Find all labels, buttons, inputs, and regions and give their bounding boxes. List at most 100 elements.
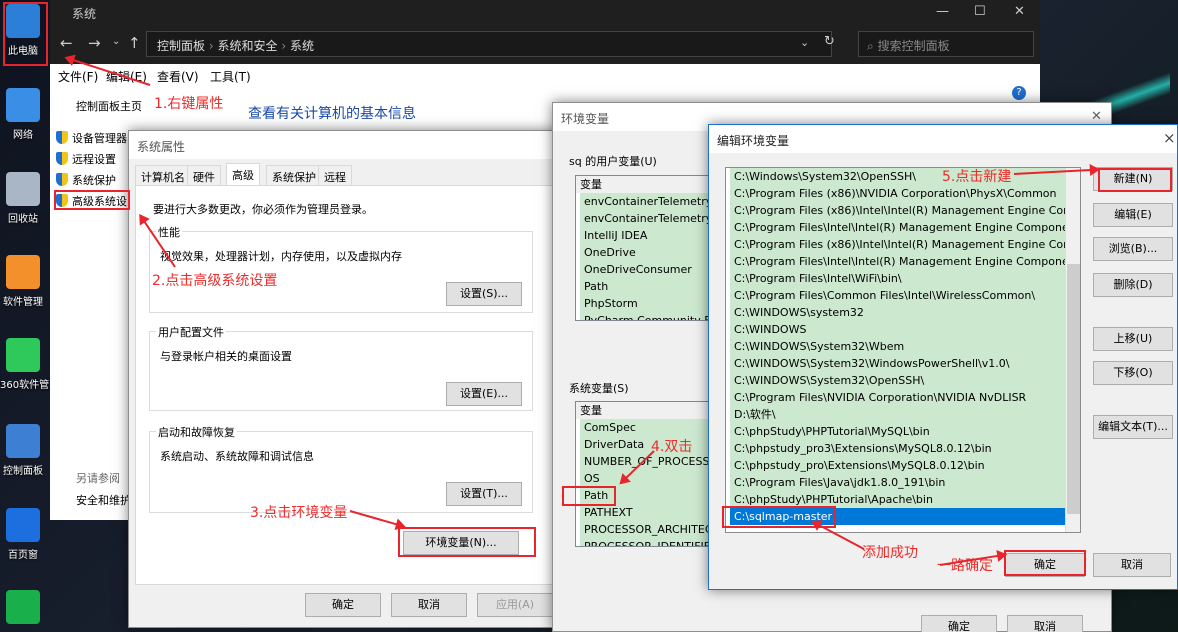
- nav-home[interactable]: 控制面板主页: [76, 98, 142, 114]
- desktop-icon-network[interactable]: 网络: [0, 88, 46, 141]
- software-manager-icon: [6, 255, 40, 289]
- env-cancel-button[interactable]: 取消: [1007, 615, 1083, 632]
- profile-settings-button[interactable]: 设置(E)...: [446, 382, 522, 406]
- path-scrollbar[interactable]: [1065, 168, 1080, 532]
- edit-button[interactable]: 编辑(E): [1093, 203, 1173, 227]
- menu-view[interactable]: 查看(V): [157, 68, 199, 85]
- edit-cancel-button[interactable]: 取消: [1093, 553, 1171, 577]
- menu-tools[interactable]: 工具(T): [210, 68, 251, 85]
- edit-text-button[interactable]: 编辑文本(T)...: [1093, 415, 1173, 439]
- path-entry[interactable]: C:\Program Files\Common Files\Intel\Wire…: [730, 287, 1080, 304]
- nav-device-manager[interactable]: 设备管理器: [56, 130, 127, 146]
- annotation-2: 2.点击高级系统设置: [152, 273, 278, 289]
- list-item[interactable]: OneDrive: [580, 244, 714, 261]
- path-entry[interactable]: C:\phpstudy_pro3\Extensions\MySQL8.0.12\…: [730, 440, 1080, 457]
- page-title: 查看有关计算机的基本信息: [248, 106, 416, 122]
- tab-hardware[interactable]: 硬件: [187, 165, 221, 185]
- minimize-icon[interactable]: —: [936, 4, 949, 19]
- list-item[interactable]: ComSpec: [580, 419, 714, 436]
- breadcrumb-3[interactable]: 系统: [290, 39, 314, 53]
- delete-button[interactable]: 删除(D): [1093, 273, 1173, 297]
- path-entry[interactable]: C:\phpstudy_pro\Extensions\MySQL8.0.12\b…: [730, 457, 1080, 474]
- tab-computer-name[interactable]: 计算机名: [135, 165, 191, 185]
- list-item[interactable]: OS: [580, 470, 714, 487]
- ok-button[interactable]: 确定: [305, 593, 381, 617]
- close-icon[interactable]: ✕: [1014, 4, 1025, 19]
- path-entry[interactable]: C:\Program Files (x86)\Intel\Intel(R) Ma…: [730, 236, 1080, 253]
- recent-dropdown-icon[interactable]: ⌄: [112, 36, 120, 47]
- path-entry[interactable]: C:\WINDOWS\System32\Wbem: [730, 338, 1080, 355]
- desktop-icon-control-panel[interactable]: 控制面板: [0, 424, 46, 477]
- system-vars-header[interactable]: 变量: [576, 402, 714, 419]
- forward-icon[interactable]: →: [88, 34, 101, 52]
- desktop-icon-start-window[interactable]: 百页窗: [0, 508, 46, 561]
- shield-icon: [56, 173, 68, 186]
- desktop-icon-label: 360软件管家: [0, 380, 60, 391]
- address-dropdown-icon[interactable]: ⌄: [800, 36, 809, 49]
- env-close-icon[interactable]: ✕: [1091, 109, 1102, 124]
- help-icon[interactable]: ?: [1012, 86, 1026, 100]
- path-entry[interactable]: C:\Program Files\Java\jdk1.8.0_191\bin: [730, 474, 1080, 491]
- nav-system-protection[interactable]: 系统保护: [56, 172, 116, 188]
- user-vars-header[interactable]: 变量: [576, 176, 714, 193]
- path-entry[interactable]: C:\Program Files (x86)\NVIDIA Corporatio…: [730, 185, 1080, 202]
- path-entry[interactable]: D:\软件\: [730, 406, 1080, 423]
- search-placeholder: 搜索控制面板: [877, 39, 950, 53]
- tab-remote[interactable]: 远程: [318, 165, 352, 185]
- user-vars-list[interactable]: 变量 envContainerTelemetryA envContainerTel…: [575, 175, 715, 321]
- path-entry[interactable]: C:\WINDOWS\System32\WindowsPowerShell\v1…: [730, 355, 1080, 372]
- list-item[interactable]: envContainerTelemetryA: [580, 210, 714, 227]
- list-item[interactable]: Path: [580, 278, 714, 295]
- tab-advanced[interactable]: 高级: [226, 163, 260, 185]
- list-item[interactable]: PyCharm Community Edi: [580, 312, 714, 320]
- back-icon[interactable]: ←: [60, 34, 73, 52]
- path-entry[interactable]: C:\WINDOWS\System32\OpenSSH\: [730, 372, 1080, 389]
- security-link[interactable]: 安全和维护: [76, 492, 131, 508]
- nav-remote-settings[interactable]: 远程设置: [56, 151, 116, 167]
- list-item[interactable]: PROCESSOR_IDENTIFIER: [580, 538, 714, 546]
- list-item[interactable]: DriverData: [580, 436, 714, 453]
- breadcrumb-1[interactable]: 控制面板: [157, 39, 205, 53]
- list-item[interactable]: OneDriveConsumer: [580, 261, 714, 278]
- maximize-icon[interactable]: ☐: [974, 4, 986, 19]
- list-item[interactable]: envContainerTelemetryA: [580, 193, 714, 210]
- cancel-button[interactable]: 取消: [391, 593, 467, 617]
- path-entry[interactable]: C:\WINDOWS: [730, 321, 1080, 338]
- menu-file[interactable]: 文件(F): [58, 68, 98, 85]
- desktop-icon-recycle-bin[interactable]: 回收站: [0, 172, 46, 225]
- up-icon[interactable]: ↑: [128, 34, 141, 52]
- edit-env-close-icon[interactable]: ×: [1163, 129, 1176, 147]
- search-input[interactable]: ⌕ 搜索控制面板: [858, 31, 1034, 57]
- move-up-button[interactable]: 上移(U): [1093, 327, 1173, 351]
- path-entry[interactable]: C:\phpStudy\PHPTutorial\MySQL\bin: [730, 423, 1080, 440]
- path-entry[interactable]: C:\Program Files\Intel\WiFi\bin\: [730, 270, 1080, 287]
- annotation-3: 3.点击环境变量: [250, 505, 348, 521]
- desktop-icon-app[interactable]: [0, 590, 46, 628]
- address-bar[interactable]: 控制面板 › 系统和安全 › 系统: [146, 31, 832, 57]
- tab-system-protection[interactable]: 系统保护: [266, 165, 322, 185]
- system-vars-list[interactable]: 变量 ComSpec DriverData NUMBER_OF_PROCESSOR O…: [575, 401, 715, 547]
- list-item[interactable]: PATHEXT: [580, 504, 714, 521]
- path-entry[interactable]: C:\Program Files (x86)\Intel\Intel(R) Ma…: [730, 202, 1080, 219]
- list-item[interactable]: IntelliJ IDEA: [580, 227, 714, 244]
- apply-button[interactable]: 应用(A): [477, 593, 553, 617]
- desktop-icon-software-manager[interactable]: 软件管理: [0, 255, 46, 308]
- path-entry[interactable]: C:\Program Files\NVIDIA Corporation\NVID…: [730, 389, 1080, 406]
- list-item[interactable]: PROCESSOR_ARCHITECT: [580, 521, 714, 538]
- path-entry[interactable]: C:\Program Files\Intel\Intel(R) Manageme…: [730, 253, 1080, 270]
- move-down-button[interactable]: 下移(O): [1093, 361, 1173, 385]
- browse-button[interactable]: 浏览(B)...: [1093, 237, 1173, 261]
- desktop-icon-360-software[interactable]: 360软件管家: [0, 338, 60, 391]
- list-item[interactable]: PhpStorm: [580, 295, 714, 312]
- refresh-icon[interactable]: ↻: [824, 34, 835, 49]
- performance-desc: 视觉效果，处理器计划，内存使用，以及虚拟内存: [160, 250, 402, 263]
- path-entry[interactable]: C:\Windows\System32\OpenSSH\: [730, 168, 1080, 185]
- env-ok-button[interactable]: 确定: [921, 615, 997, 632]
- scrollbar-thumb[interactable]: [1067, 264, 1080, 514]
- path-list[interactable]: C:\Windows\System32\OpenSSH\ C:\Program F…: [725, 167, 1081, 533]
- path-entry[interactable]: C:\WINDOWS\system32: [730, 304, 1080, 321]
- startup-settings-button[interactable]: 设置(T)...: [446, 482, 522, 506]
- path-entry[interactable]: C:\Program Files\Intel\Intel(R) Manageme…: [730, 219, 1080, 236]
- performance-settings-button[interactable]: 设置(S)...: [446, 282, 522, 306]
- breadcrumb-2[interactable]: 系统和安全: [217, 39, 277, 53]
